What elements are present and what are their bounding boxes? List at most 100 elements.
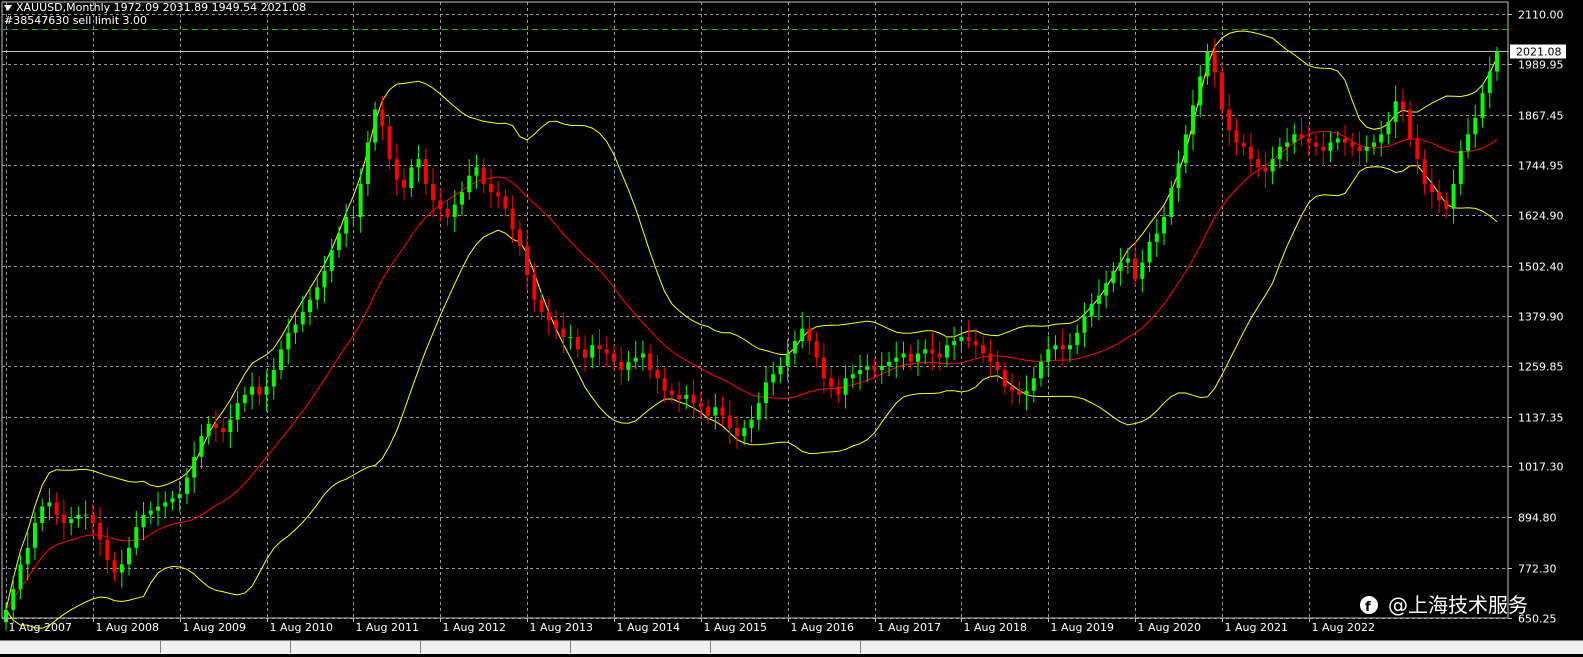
candle-body [1067,345,1072,350]
candle-body [148,510,153,515]
tab-chart-6[interactable] [710,641,861,653]
candle-body [1422,159,1427,184]
candle-body [843,378,848,395]
candle-body [1314,142,1319,147]
y-tick-label: 1259.85 [1518,361,1564,374]
candle-body [250,386,255,395]
candle-body [1444,200,1449,209]
candle-body [1364,146,1369,151]
collapse-triangle-icon[interactable] [4,5,12,11]
candle-body [517,229,522,246]
candle-body [365,142,370,184]
tab-chart-1[interactable] [0,641,161,653]
x-tick-label: 1 Aug 2016 [791,621,854,634]
watermark-icon: f [1360,596,1378,615]
candle-body [47,502,52,507]
x-tick-label: 1 Aug 2017 [878,621,941,634]
candle-body [1458,150,1463,184]
tab-chart-5[interactable] [570,641,711,653]
candle-body [1357,146,1362,151]
candle-body [192,456,197,478]
symbol-header: XAUUSD,Monthly 1972.09 2031.89 1949.54 2… [4,2,306,14]
candle-body [387,126,392,160]
candle-body [112,560,117,573]
candle-body [1039,361,1044,379]
candle-body [25,547,30,565]
candle-body [431,183,436,201]
candle-body [61,514,66,524]
candle-body [1270,159,1275,172]
candle-body [459,192,464,205]
candle-body [583,349,588,358]
candle-body [836,386,841,395]
candle-body [691,394,696,404]
candle-body [590,345,595,358]
candle-body [467,175,472,193]
candle-body [742,427,747,437]
candle-body [1205,51,1210,77]
candle-body [1002,370,1007,387]
candle-body [1256,159,1261,168]
candle-body [336,233,341,251]
candle-body [83,514,88,516]
candle-body [481,167,486,184]
x-tick-label: 1 Aug 2009 [183,621,246,634]
indicator-layer [5,30,1498,629]
tab-chart-3[interactable] [290,641,421,653]
candle-body [1111,270,1116,284]
candle-body [1183,134,1188,164]
candle-body [54,502,59,515]
candle-body [771,374,776,383]
candle-body [1386,121,1391,135]
candle-body [105,539,110,561]
candle-body [1162,217,1167,234]
candle-body [684,394,689,399]
candle-body [11,589,16,610]
candle-body [1379,134,1384,143]
candle-body [445,208,450,218]
candle-body [1480,92,1485,118]
chart-area[interactable]: 2110.00 1989.95 1867.45 1744.95 1624.90 1502.… [0,0,1583,654]
candle-body [1328,142,1333,151]
candle-body [1089,303,1094,317]
candle-body [1248,146,1253,160]
candle-body [872,365,877,371]
candle-body [619,361,624,371]
candle-body [1031,378,1036,391]
candle-body [416,159,421,168]
candle-body [792,341,797,354]
candle-body [1277,146,1282,160]
candle-body [358,183,363,218]
candle-body [1125,258,1130,263]
candle-body [322,270,327,288]
candle-body [633,357,638,362]
y-tick-label: 1017.30 [1518,461,1564,474]
candle-body [1350,142,1355,147]
candle-body [923,349,928,354]
tab-chart-4[interactable] [420,641,571,653]
candle-body [141,514,146,528]
candle-body [800,328,805,342]
candle-body [293,324,298,333]
candle-body [1429,183,1434,193]
candles-layer [4,37,1499,631]
candle-body [474,167,479,176]
order-label: #38547630 sell limit 3.00 [4,14,147,27]
candle-body [1292,134,1297,143]
candle-body [829,378,834,387]
candle-body [554,320,559,329]
candle-body [1191,105,1196,135]
candle-body [344,217,349,234]
candle-body [1495,51,1499,72]
candle-body [735,427,740,437]
candle-body [1053,345,1058,350]
candle-body [973,341,978,346]
candle-body [18,564,23,590]
candle-body [170,498,175,503]
candle-body [1154,233,1159,242]
candle-body [1212,51,1217,73]
tab-chart-2[interactable] [160,641,291,653]
candle-body [510,208,515,230]
candle-body [952,341,957,346]
candle-body [568,336,573,338]
